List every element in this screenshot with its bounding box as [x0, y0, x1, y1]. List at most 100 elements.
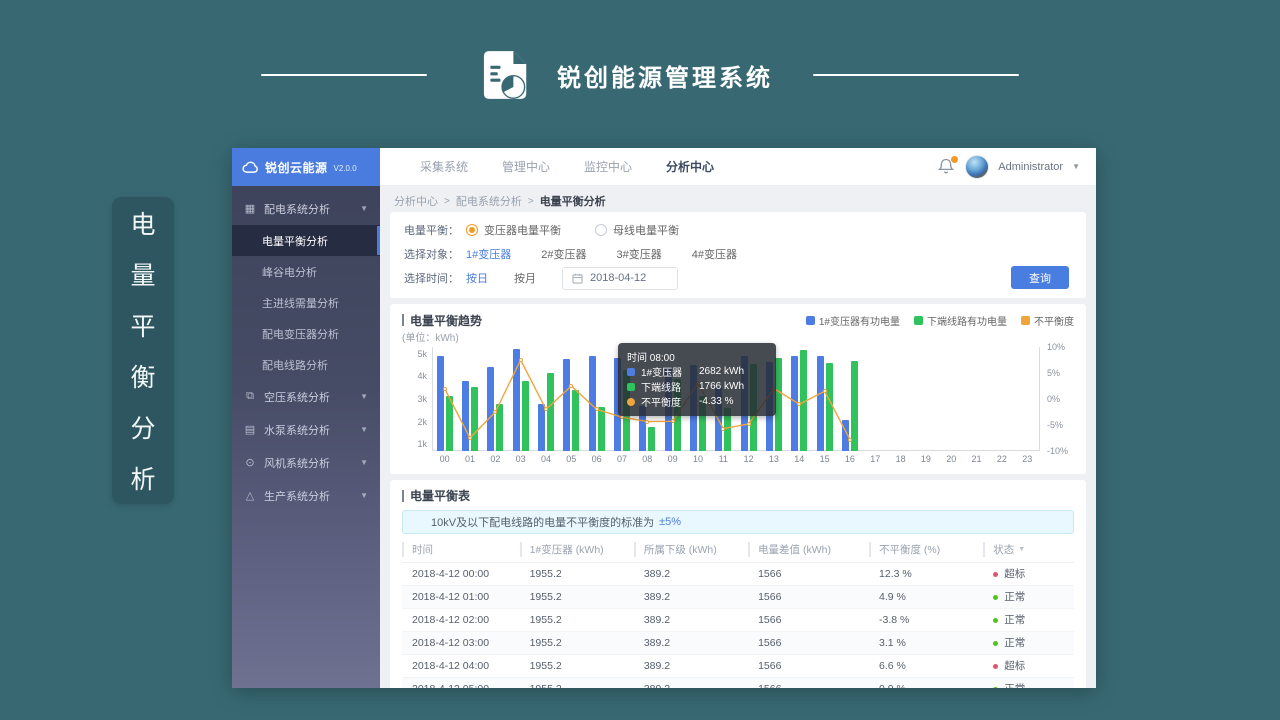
table-row-4: 2018-4-12 04:001955.2389.215666.6 %超标	[402, 654, 1074, 677]
radio-label: 变压器电量平衡	[484, 222, 561, 238]
line-point-16	[848, 438, 852, 442]
tooltip-value: -4.33 %	[699, 396, 733, 407]
sidebar-item-2[interactable]: ▤水泵系统分析▼	[232, 413, 380, 446]
table-column-0: 时间	[402, 537, 520, 562]
y-tick-right-0: 10%	[1047, 342, 1065, 352]
breadcrumb-item-0[interactable]: 分析中心	[394, 193, 438, 209]
line-point-3	[519, 358, 523, 362]
legend-item-0[interactable]: 1#变压器有功电量	[806, 313, 900, 328]
status-label: 正常	[1004, 683, 1025, 688]
status-label: 超标	[1004, 568, 1025, 580]
date-picker[interactable]: 2018-04-12	[562, 267, 678, 290]
balance-type-row: 电量平衡： 变压器电量平衡母线电量平衡	[404, 219, 1072, 241]
sidebar-item-label: 空压系统分析	[264, 389, 330, 405]
sidebar-item-0[interactable]: ▦配电系统分析▼	[232, 192, 380, 225]
sidebar-subitem-0-1[interactable]: 峰谷电分析	[232, 256, 380, 287]
user-avatar[interactable]	[965, 155, 989, 179]
sidebar-subitem-0-0[interactable]: 电量平衡分析	[232, 225, 380, 256]
object-option-3[interactable]: 4#变压器	[692, 246, 737, 262]
balance-radio-0[interactable]: 变压器电量平衡	[466, 222, 561, 238]
y-tick-left-0: 5k	[417, 349, 427, 359]
x-tick-20: 20	[939, 454, 964, 464]
balance-radio-1[interactable]: 母线电量平衡	[595, 222, 679, 238]
object-option-0[interactable]: 1#变压器	[466, 246, 511, 262]
banner-char-0: 电	[130, 205, 155, 241]
line-point-6	[595, 407, 599, 411]
legend-item-1[interactable]: 下端线路有功电量	[914, 313, 1007, 328]
app-window: 锐创云能源 V2.0.0 ▦配电系统分析▼电量平衡分析峰谷电分析主进线需量分析配…	[232, 148, 1096, 688]
x-axis-labels: 0001020304050607080910111213141516171819…	[432, 454, 1040, 464]
user-menu-caret-icon[interactable]: ▼	[1072, 162, 1080, 171]
table-cell: 1955.2	[520, 585, 634, 608]
status-label: 超标	[1004, 660, 1025, 672]
legend-item-2[interactable]: 不平衡度	[1021, 313, 1074, 328]
x-tick-9: 09	[660, 454, 685, 464]
table-column-5[interactable]: 状态▼	[983, 537, 1074, 562]
decor-line-right	[813, 74, 1019, 76]
table-cell: 0.9 %	[869, 677, 983, 688]
object-option-1[interactable]: 2#变压器	[541, 246, 586, 262]
x-tick-3: 03	[508, 454, 533, 464]
x-tick-4: 04	[533, 454, 558, 464]
title-accent-bar	[402, 490, 404, 502]
sidebar-subitem-0-2[interactable]: 主进线需量分析	[232, 287, 380, 318]
tooltip-time: 时间 08:00	[627, 349, 767, 364]
topnav-item-0[interactable]: 采集系统	[420, 158, 468, 175]
x-tick-18: 18	[888, 454, 913, 464]
table-body: 2018-4-12 00:001955.2389.2156612.3 %超标20…	[402, 562, 1074, 688]
table-cell: 3.1 %	[869, 631, 983, 654]
filter-funnel-icon[interactable]: ▼	[1018, 546, 1025, 553]
sidebar-item-1[interactable]: ⧉空压系统分析▼	[232, 380, 380, 413]
sidebar-item-label: 水泵系统分析	[264, 422, 330, 438]
report-document-icon	[483, 50, 529, 100]
time-mode-1[interactable]: 按月	[514, 270, 536, 286]
table-column-label: 时间	[402, 542, 433, 557]
time-mode-0[interactable]: 按日	[466, 270, 488, 286]
legend-label: 不平衡度	[1034, 313, 1074, 328]
x-tick-11: 11	[711, 454, 736, 464]
status-dot	[993, 572, 998, 577]
table-column-label: 不平衡度 (%)	[869, 542, 940, 557]
query-button[interactable]: 查询	[1011, 266, 1069, 289]
sidebar-item-4[interactable]: △生产系统分析▼	[232, 479, 380, 512]
object-option-2[interactable]: 3#变压器	[617, 246, 662, 262]
table-cell: 1566	[748, 585, 869, 608]
line-point-4	[544, 407, 548, 411]
topnav-item-3[interactable]: 分析中心	[666, 158, 714, 175]
x-tick-1: 01	[457, 454, 482, 464]
sidebar-subitem-0-3[interactable]: 配电变压器分析	[232, 318, 380, 349]
table-cell: 389.2	[634, 631, 748, 654]
tooltip-row-1: 下端线路1766 kWh	[627, 379, 767, 394]
table-cell: 正常	[983, 677, 1074, 688]
sidebar: 锐创云能源 V2.0.0 ▦配电系统分析▼电量平衡分析峰谷电分析主进线需量分析配…	[232, 148, 380, 688]
breadcrumb-item-2[interactable]: 电量平衡分析	[540, 193, 606, 209]
decor-line-left	[261, 74, 427, 76]
table-column-4: 不平衡度 (%)	[869, 537, 983, 562]
tooltip-series: 1#变压器	[641, 364, 693, 379]
content-area: 分析中心>配电系统分析>电量平衡分析 电量平衡： 变压器电量平衡母线电量平衡 选…	[380, 186, 1096, 688]
tooltip-marker	[627, 368, 635, 376]
topnav-item-2[interactable]: 监控中心	[584, 158, 632, 175]
topnav-item-1[interactable]: 管理中心	[502, 158, 550, 175]
table-cell: 2018-4-12 05:00	[402, 677, 520, 688]
app-logo[interactable]: 锐创云能源 V2.0.0	[232, 148, 380, 186]
topbar-right: Administrator ▼	[938, 155, 1080, 179]
table-cell: 2018-4-12 01:00	[402, 585, 520, 608]
time-row: 选择时间： 按日按月 2018-04-12	[404, 267, 1072, 289]
table-cell: 1566	[748, 631, 869, 654]
x-tick-12: 12	[736, 454, 761, 464]
banner-char-1: 量	[130, 256, 155, 292]
y-tick-right-2: 0%	[1047, 394, 1060, 404]
date-value: 2018-04-12	[590, 272, 646, 284]
status-label: 正常	[1004, 637, 1025, 649]
notification-bell-icon[interactable]	[938, 158, 956, 176]
breadcrumb-item-1[interactable]: 配电系统分析	[456, 193, 522, 209]
table-column-3: 电量差值 (kWh)	[748, 537, 869, 562]
breadcrumb-separator: >	[444, 196, 450, 207]
balance-type-options: 变压器电量平衡 母线电量平衡	[466, 222, 713, 238]
sidebar-item-3[interactable]: ⊙风机系统分析▼	[232, 446, 380, 479]
table-cell: 389.2	[634, 562, 748, 585]
sidebar-subitem-0-4[interactable]: 配电线路分析	[232, 349, 380, 380]
radio-icon	[466, 224, 478, 236]
tooltip-marker	[627, 383, 635, 391]
